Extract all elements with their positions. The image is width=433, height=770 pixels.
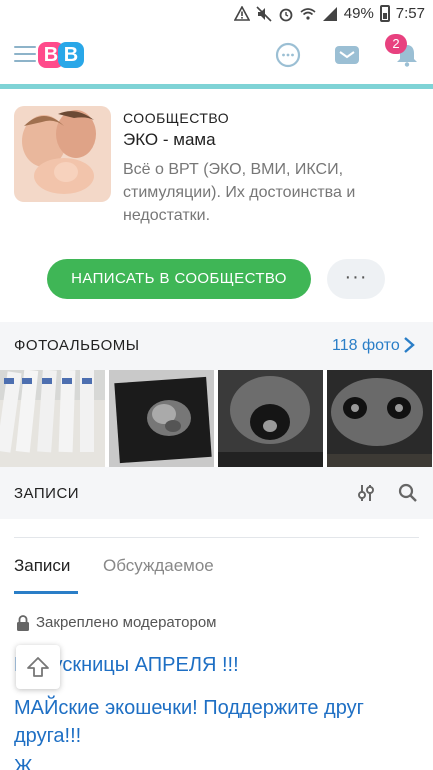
album-photo-tests[interactable]: [0, 370, 105, 467]
lock-icon: [17, 614, 29, 631]
chevron-right-icon[interactable]: [402, 336, 416, 354]
more-options-button[interactable]: ···: [327, 259, 385, 299]
logo-letter-2: B: [58, 42, 84, 68]
clock: 7:57: [395, 5, 425, 22]
arrow-up-icon: [27, 657, 49, 677]
battery-percent: 49%: [343, 5, 374, 22]
post-title-2[interactable]: МАЙские экошечки! Поддержите друг друга!…: [14, 694, 414, 750]
divider: [14, 537, 419, 538]
tab-records[interactable]: Записи: [14, 556, 70, 576]
search-icon[interactable]: [398, 483, 418, 503]
scroll-to-top-button[interactable]: [16, 645, 60, 689]
records-title: ЗАПИСИ: [14, 485, 80, 502]
menu-icon[interactable]: [14, 46, 36, 62]
community-avatar[interactable]: [14, 106, 111, 202]
write-to-community-button[interactable]: НАПИСАТЬ В СООБЩЕСТВО: [47, 259, 311, 299]
photo-strip: [0, 370, 433, 467]
tab-discussed[interactable]: Обсуждаемое: [103, 556, 214, 576]
battery-icon: [379, 5, 390, 22]
messages-icon[interactable]: [334, 42, 360, 68]
pinned-text: Закреплено модератором: [36, 614, 217, 631]
warning-icon: [233, 5, 250, 21]
album-photo-ultrasound-3[interactable]: [327, 370, 432, 467]
albums-count-link[interactable]: 118 фото: [332, 337, 400, 355]
notification-badge[interactable]: 2: [385, 34, 407, 54]
header-accent-line: [0, 84, 433, 89]
albums-title: ФОТОАЛЬБОМЫ: [14, 337, 140, 354]
community-title: ЭКО - мама: [123, 130, 216, 149]
status-bar: 49% 7:57: [0, 0, 433, 30]
app-header: B B: [0, 30, 433, 84]
status-icons: 49% 7:57: [233, 5, 425, 22]
active-tab-indicator: [14, 591, 78, 594]
wifi-icon: [300, 7, 316, 20]
filter-icon[interactable]: [356, 483, 376, 503]
signal-icon: [322, 6, 337, 21]
community-label: СООБЩЕСТВО: [123, 110, 230, 126]
album-photo-ultrasound-1[interactable]: [109, 370, 214, 467]
community-description: Всё о ВРТ (ЭКО, ВМИ, ИКСИ, стимуляции). …: [123, 161, 356, 224]
pinned-label: Закреплено модератором: [16, 614, 216, 631]
post-title-3[interactable]: Ж: [14, 756, 32, 770]
logo[interactable]: B B: [38, 42, 84, 70]
album-photo-ultrasound-2[interactable]: [218, 370, 323, 467]
alarm-icon: [279, 8, 293, 21]
mute-icon: [256, 5, 272, 22]
chat-icon[interactable]: [275, 42, 301, 68]
